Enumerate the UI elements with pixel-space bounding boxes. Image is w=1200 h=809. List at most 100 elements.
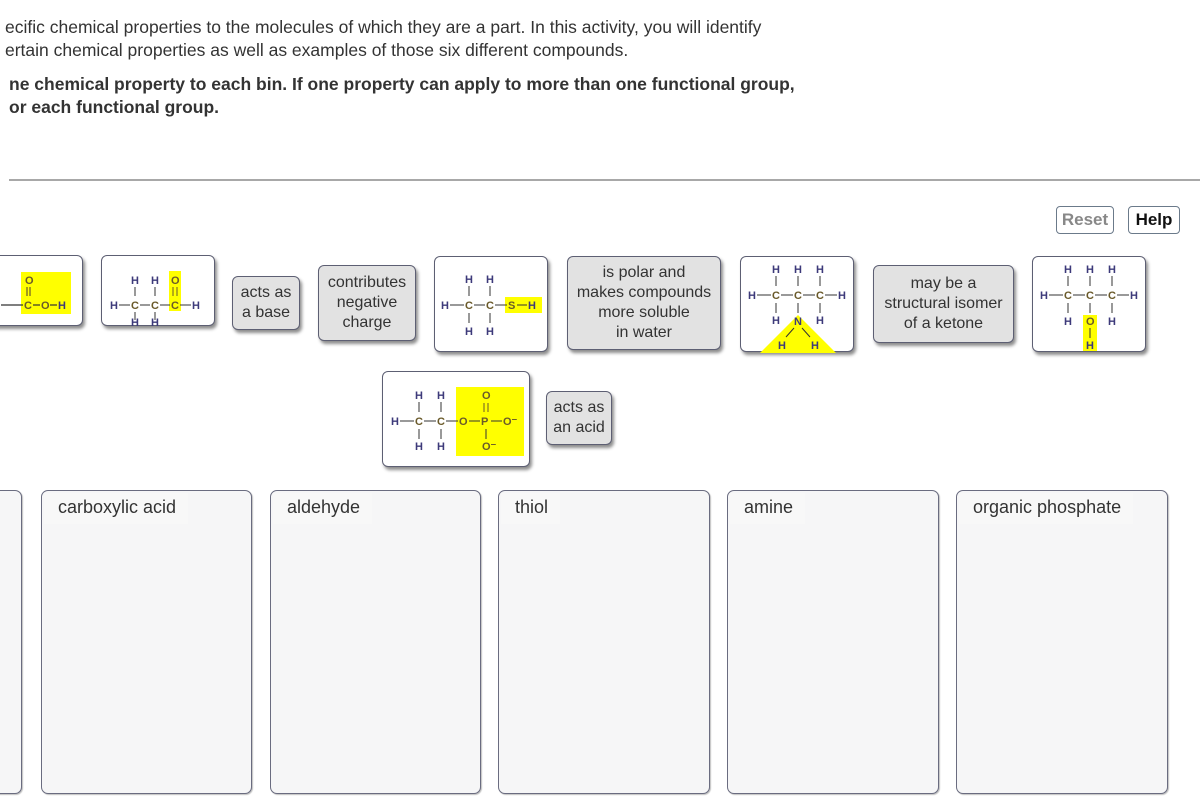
molecule-tile-carboxylic-acid[interactable]: O C O H bbox=[0, 255, 83, 326]
property-tile-negative-charge[interactable]: contributes negative charge bbox=[318, 265, 416, 341]
bin-label: amine bbox=[730, 493, 806, 524]
svg-text:H: H bbox=[131, 275, 139, 287]
molecule-tile-propanal[interactable]: H H O H C C C H H H bbox=[101, 255, 215, 327]
svg-text:H: H bbox=[391, 416, 399, 428]
svg-text:H: H bbox=[486, 274, 494, 286]
property-text: acts as a base bbox=[241, 283, 292, 323]
svg-text:H: H bbox=[465, 274, 473, 286]
molecule-tile-ethyl-phosphate[interactable]: H H O H C C O P O⁻ H H O⁻ bbox=[382, 371, 530, 467]
svg-text:H: H bbox=[1040, 290, 1048, 302]
svg-text:H: H bbox=[151, 275, 159, 287]
property-line: may be a bbox=[910, 275, 977, 292]
svg-text:H: H bbox=[1064, 264, 1072, 276]
svg-text:O: O bbox=[1086, 316, 1095, 328]
svg-text:C: C bbox=[816, 290, 824, 302]
svg-text:O: O bbox=[482, 390, 491, 402]
svg-text:H: H bbox=[192, 300, 200, 312]
svg-text:C: C bbox=[1086, 290, 1094, 302]
property-tile-acts-as-acid[interactable]: acts as an acid bbox=[546, 391, 612, 445]
property-tile-acts-as-base[interactable]: acts as a base bbox=[232, 276, 300, 330]
svg-text:H: H bbox=[772, 264, 780, 276]
property-text: is polar and makes compounds more solubl… bbox=[577, 263, 711, 343]
svg-text:S: S bbox=[508, 300, 515, 312]
svg-text:H: H bbox=[465, 326, 473, 338]
drop-bin-hydroxyl[interactable] bbox=[0, 490, 22, 794]
svg-text:P: P bbox=[481, 416, 488, 428]
svg-text:H: H bbox=[778, 340, 786, 352]
drop-bin-thiol[interactable]: thiol bbox=[498, 490, 710, 794]
molecule-tile-propylamine[interactable]: H H H H C C C H H N H H H bbox=[740, 256, 854, 353]
carboxyl-structure: O C O H bbox=[1, 272, 71, 314]
svg-text:O: O bbox=[41, 300, 50, 312]
propanal-structure: H H O H C C C H H H bbox=[110, 271, 200, 327]
svg-text:O: O bbox=[459, 416, 468, 428]
reset-button[interactable]: Reset bbox=[1056, 206, 1114, 234]
property-line: in water bbox=[615, 324, 672, 341]
svg-text:C: C bbox=[465, 300, 473, 312]
property-line: an acid bbox=[553, 419, 605, 436]
svg-text:H: H bbox=[1108, 316, 1116, 328]
property-line: negative bbox=[336, 294, 398, 311]
intro-text: ecific chemical properties to the molecu… bbox=[5, 16, 761, 62]
svg-text:H: H bbox=[151, 317, 159, 327]
svg-text:O⁻: O⁻ bbox=[503, 416, 518, 428]
property-line: structural isomer bbox=[884, 295, 1003, 312]
svg-text:H: H bbox=[1086, 264, 1094, 276]
svg-text:H: H bbox=[816, 315, 824, 327]
svg-text:H: H bbox=[58, 300, 66, 312]
property-text: contributes negative charge bbox=[328, 273, 406, 333]
svg-text:O: O bbox=[25, 275, 34, 287]
svg-text:H: H bbox=[1108, 264, 1116, 276]
property-line: a base bbox=[241, 304, 291, 321]
divider bbox=[9, 179, 1200, 181]
svg-text:H: H bbox=[437, 441, 445, 453]
ethyl-phosphate-structure: H H O H C C O P O⁻ H H O⁻ bbox=[391, 387, 524, 456]
property-text: acts as an acid bbox=[553, 398, 605, 438]
molecule-tile-propanol[interactable]: H H H H C C C H H O H H bbox=[1032, 256, 1146, 352]
svg-text:C: C bbox=[415, 416, 423, 428]
drop-bin-carboxylic-acid[interactable]: carboxylic acid bbox=[41, 490, 252, 794]
property-tile-ketone-isomer[interactable]: may be a structural isomer of a ketone bbox=[873, 265, 1014, 343]
svg-text:C: C bbox=[1108, 290, 1116, 302]
bin-label: thiol bbox=[501, 493, 561, 524]
svg-text:C: C bbox=[772, 290, 780, 302]
svg-text:H: H bbox=[794, 264, 802, 276]
svg-text:H: H bbox=[816, 264, 824, 276]
help-button[interactable]: Help bbox=[1128, 206, 1180, 234]
svg-text:C: C bbox=[171, 300, 179, 312]
svg-text:C: C bbox=[486, 300, 494, 312]
drop-bin-aldehyde[interactable]: aldehyde bbox=[270, 490, 481, 794]
svg-text:H: H bbox=[415, 390, 423, 402]
task-line-1: ne chemical property to each bin. If one… bbox=[9, 74, 795, 94]
molecule-tile-ethanethiol[interactable]: H H H C C S H H H bbox=[434, 256, 548, 352]
svg-text:H: H bbox=[528, 300, 536, 312]
property-tile-polar-soluble[interactable]: is polar and makes compounds more solubl… bbox=[567, 256, 721, 350]
svg-text:H: H bbox=[1064, 316, 1072, 328]
property-line: acts as bbox=[553, 399, 605, 416]
svg-text:N: N bbox=[794, 316, 802, 328]
ethanethiol-structure: H H H C C S H H H bbox=[441, 274, 542, 338]
svg-text:H: H bbox=[131, 317, 139, 327]
drop-bin-organic-phosphate[interactable]: organic phosphate bbox=[956, 490, 1168, 794]
svg-text:C: C bbox=[24, 300, 32, 312]
intro-line-2: ertain chemical properties as well as ex… bbox=[5, 40, 629, 60]
property-line: of a ketone bbox=[903, 315, 984, 332]
intro-line-1: ecific chemical properties to the molecu… bbox=[5, 17, 762, 37]
svg-text:H: H bbox=[1130, 290, 1138, 302]
svg-text:H: H bbox=[110, 300, 118, 312]
svg-text:C: C bbox=[794, 290, 802, 302]
svg-text:H: H bbox=[1086, 340, 1094, 352]
bin-label: carboxylic acid bbox=[44, 493, 189, 524]
svg-text:H: H bbox=[441, 300, 449, 312]
svg-text:H: H bbox=[415, 441, 423, 453]
property-line: charge bbox=[342, 314, 392, 331]
property-line: is polar and bbox=[602, 264, 686, 281]
propanol-structure: H H H H C C C H H O H H bbox=[1040, 264, 1138, 352]
svg-text:H: H bbox=[748, 290, 756, 302]
drop-bin-amine[interactable]: amine bbox=[727, 490, 939, 794]
task-instructions: ne chemical property to each bin. If one… bbox=[9, 73, 795, 119]
svg-text:C: C bbox=[131, 300, 139, 312]
bin-label: organic phosphate bbox=[959, 493, 1134, 524]
property-line: acts as bbox=[240, 284, 292, 301]
property-line: makes compounds bbox=[576, 284, 712, 301]
